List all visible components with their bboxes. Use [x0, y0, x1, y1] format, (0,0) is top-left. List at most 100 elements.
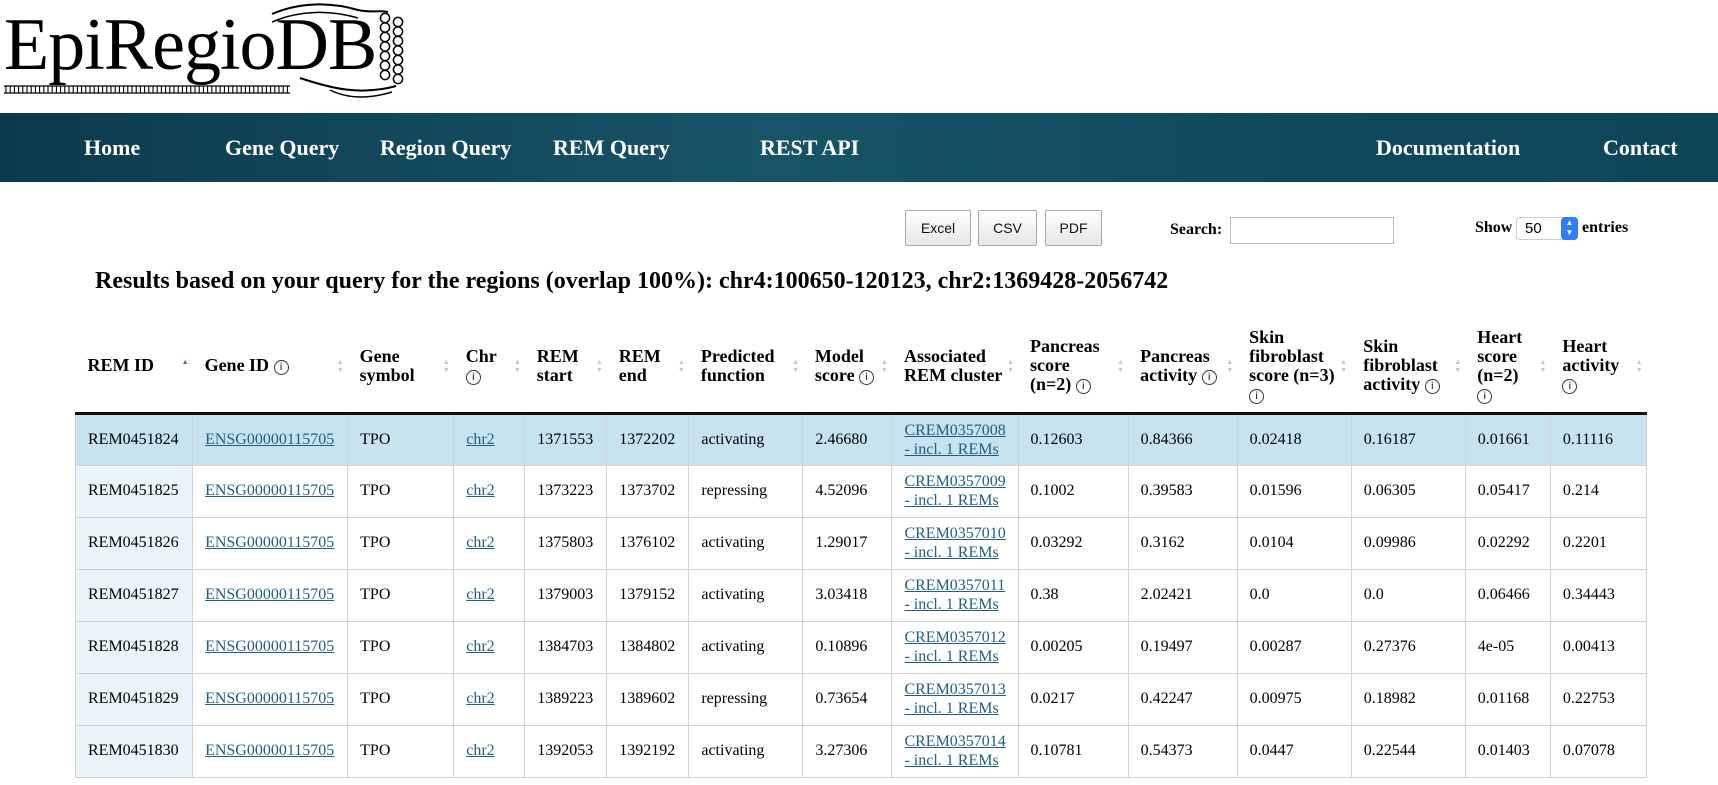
gene-id-link[interactable]: ENSG00000115705 — [205, 534, 334, 551]
show-label: Show — [1475, 219, 1513, 236]
cell-gene-id: ENSG00000115705 — [192, 516, 349, 570]
table-row[interactable]: REM0451830 ENSG00000115705 TPO chr2 1392053 1… — [74, 724, 1648, 778]
column-header-heart-activity[interactable]: Heart activity i ▲ ▼ — [1550, 320, 1647, 415]
table-row[interactable]: REM0451824 ENSG00000115705 TPO chr2 1371553 1… — [74, 412, 1648, 466]
cell-rem-cluster: CREM0357012 - incl. 1 REMs — [891, 620, 1019, 674]
chr-link[interactable]: chr2 — [466, 534, 494, 551]
cell-gene-id: ENSG00000115705 — [192, 672, 349, 726]
results-heading: Results based on your query for the regi… — [95, 268, 1169, 294]
cell-pancreas-score: 0.38 — [1017, 568, 1129, 622]
gene-id-link[interactable]: ENSG00000115705 — [205, 638, 334, 655]
csv-export-button[interactable]: CSV — [978, 210, 1037, 246]
rem-cluster-note: - incl. 1 REMs — [904, 596, 999, 613]
cell-heart-score: 0.01168 — [1464, 672, 1551, 726]
table-row[interactable]: REM0451826 ENSG00000115705 TPO chr2 1375803 1… — [74, 516, 1648, 570]
column-header-rem-end[interactable]: REM end ▲ ▼ — [606, 320, 689, 415]
rem-cluster-link[interactable]: CREM0357009 - incl. 1 REMs — [904, 473, 1005, 509]
column-header-gene-symbol[interactable]: Gene symbol ▲ ▼ — [347, 320, 454, 415]
column-header-rem-start[interactable]: REM start ▲ ▼ — [524, 320, 607, 415]
rem-cluster-link[interactable]: CREM0357010 - incl. 1 REMs — [904, 525, 1005, 561]
table-row[interactable]: REM0451828 ENSG00000115705 TPO chr2 1384703 1… — [74, 620, 1648, 674]
chr-link[interactable]: chr2 — [466, 586, 494, 603]
info-icon[interactable]: i — [1075, 379, 1091, 395]
column-header-skin-fibroblast-score-n-3[interactable]: Skin fibroblast score (n=3) i ▲ ▼ — [1237, 320, 1352, 415]
table-row[interactable]: REM0451827 ENSG00000115705 TPO chr2 1379003 1… — [74, 568, 1648, 622]
cell-chr: chr2 — [453, 724, 526, 778]
site-logo[interactable]: EpiRegioDB — [0, 0, 420, 112]
column-header-label: Chr — [465, 345, 497, 366]
cell-rem-id: REM0451830 — [74, 724, 194, 778]
column-header-chr[interactable]: Chr i ▲ ▼ — [453, 320, 525, 415]
info-icon[interactable]: i — [1562, 379, 1578, 395]
rem-cluster-link[interactable]: CREM0357008- incl. 1 REMs — [904, 422, 1005, 458]
gene-id-link[interactable]: ENSG00000115705 — [205, 586, 334, 603]
sort-arrows-icon: ▲▼ — [442, 357, 450, 374]
cell-skin-activity: 0.27376 — [1350, 620, 1466, 674]
nav-documentation[interactable]: Documentation — [1376, 113, 1520, 182]
column-header-rem-id[interactable]: REM ID ▲▼ — [75, 320, 193, 415]
cell-rem-cluster: CREM0357008- incl. 1 REMs — [891, 412, 1019, 466]
nav-rest-api[interactable]: REST API — [760, 113, 859, 182]
nav-contact[interactable]: Contact — [1603, 113, 1678, 182]
info-icon[interactable]: i — [1477, 388, 1493, 404]
table-row[interactable]: REM0451829 ENSG00000115705 TPO chr2 1389223 1… — [74, 672, 1648, 726]
column-header-pancreas-score-n-2[interactable]: Pancreas score (n=2) i ▲ ▼ — [1018, 320, 1129, 415]
cell-skin-score: 0.00287 — [1236, 620, 1352, 674]
gene-id-link[interactable]: ENSG00000115705 — [205, 742, 334, 759]
sort-arrows-icon: ▲▼ — [791, 357, 799, 374]
nav-home[interactable]: Home — [84, 113, 140, 182]
column-header-gene-id[interactable]: Gene ID i ▲ ▼ — [192, 320, 348, 415]
cell-heart-activity: 0.2201 — [1549, 516, 1648, 570]
cell-rem-cluster: CREM0357009 - incl. 1 REMs — [891, 464, 1019, 518]
info-icon[interactable]: i — [465, 369, 481, 385]
table-row[interactable]: REM0451825 ENSG00000115705 TPO chr2 1373223 1… — [74, 464, 1648, 518]
chr-link[interactable]: chr2 — [466, 690, 494, 707]
info-icon[interactable]: i — [273, 360, 289, 376]
cell-gene-id: ENSG00000115705 — [192, 464, 349, 518]
column-header-label: Heart activity — [1562, 336, 1620, 376]
gene-id-link[interactable]: ENSG00000115705 — [205, 690, 334, 707]
info-icon[interactable]: i — [1249, 388, 1265, 404]
nav-rem-query[interactable]: REM Query — [553, 113, 670, 182]
rem-cluster-link[interactable]: CREM0357013 - incl. 1 REMs — [904, 681, 1005, 717]
cell-pancreas-activity: 0.39583 — [1127, 464, 1238, 518]
column-header-associated-rem-cluster[interactable]: Associated REM cluster ▲ ▼ — [891, 320, 1019, 415]
cell-skin-activity: 0.0 — [1350, 568, 1466, 622]
nav-region-query[interactable]: Region Query — [380, 113, 511, 182]
rem-cluster-link[interactable]: CREM0357011 - incl. 1 REMs — [904, 577, 1005, 613]
gene-id-link[interactable]: ENSG00000115705 — [205, 431, 334, 448]
cell-heart-activity: 0.11116 — [1549, 412, 1648, 466]
cell-end: 1373702 — [606, 464, 690, 518]
column-header-model-score[interactable]: Model score i ▲ ▼ — [802, 320, 892, 415]
cell-rem-cluster: CREM0357010 - incl. 1 REMs — [891, 516, 1019, 570]
chr-link[interactable]: chr2 — [466, 742, 494, 759]
chr-link[interactable]: chr2 — [466, 638, 494, 655]
cell-model-score: 2.46680 — [802, 412, 893, 466]
gene-id-link[interactable]: ENSG00000115705 — [205, 482, 334, 499]
chr-link[interactable]: chr2 — [466, 431, 494, 448]
nav-gene-query[interactable]: Gene Query — [225, 113, 339, 182]
cell-rem-cluster: CREM0357013 - incl. 1 REMs — [891, 672, 1019, 726]
column-header-heart-score-n-2[interactable]: Heart score (n=2) i ▲ ▼ — [1465, 320, 1551, 415]
rem-cluster-link[interactable]: CREM0357012 - incl. 1 REMs — [904, 629, 1005, 665]
cell-gene-symbol: TPO — [347, 672, 455, 726]
cell-start: 1375803 — [524, 516, 608, 570]
rem-cluster-link[interactable]: CREM0357014 - incl. 1 REMs — [904, 733, 1005, 769]
search-label: Search: — [1170, 221, 1223, 238]
cell-start: 1379003 — [524, 568, 608, 622]
column-header-pancreas-activity[interactable]: Pancreas activity i ▲ ▼ — [1128, 320, 1238, 415]
column-header-skin-fibroblast-activity[interactable]: Skin fibroblast activity i ▲ ▼ — [1351, 320, 1466, 415]
cell-function: repressing — [688, 464, 804, 518]
info-icon[interactable]: i — [1201, 369, 1217, 385]
info-icon[interactable]: i — [1424, 379, 1440, 395]
chr-link[interactable]: chr2 — [466, 482, 494, 499]
pdf-export-button[interactable]: PDF — [1045, 210, 1102, 246]
cell-start: 1389223 — [524, 672, 608, 726]
rem-cluster-id: CREM0357011 — [904, 577, 1006, 594]
search-input[interactable] — [1230, 217, 1394, 244]
cell-skin-score: 0.0447 — [1236, 724, 1352, 778]
excel-export-button[interactable]: Excel — [905, 210, 971, 246]
info-icon[interactable]: i — [859, 369, 875, 385]
entries-per-page-select[interactable]: 50 ▲ ▼ — [1516, 217, 1578, 240]
column-header-predicted-function[interactable]: Predicted function ▲ ▼ — [688, 320, 803, 415]
